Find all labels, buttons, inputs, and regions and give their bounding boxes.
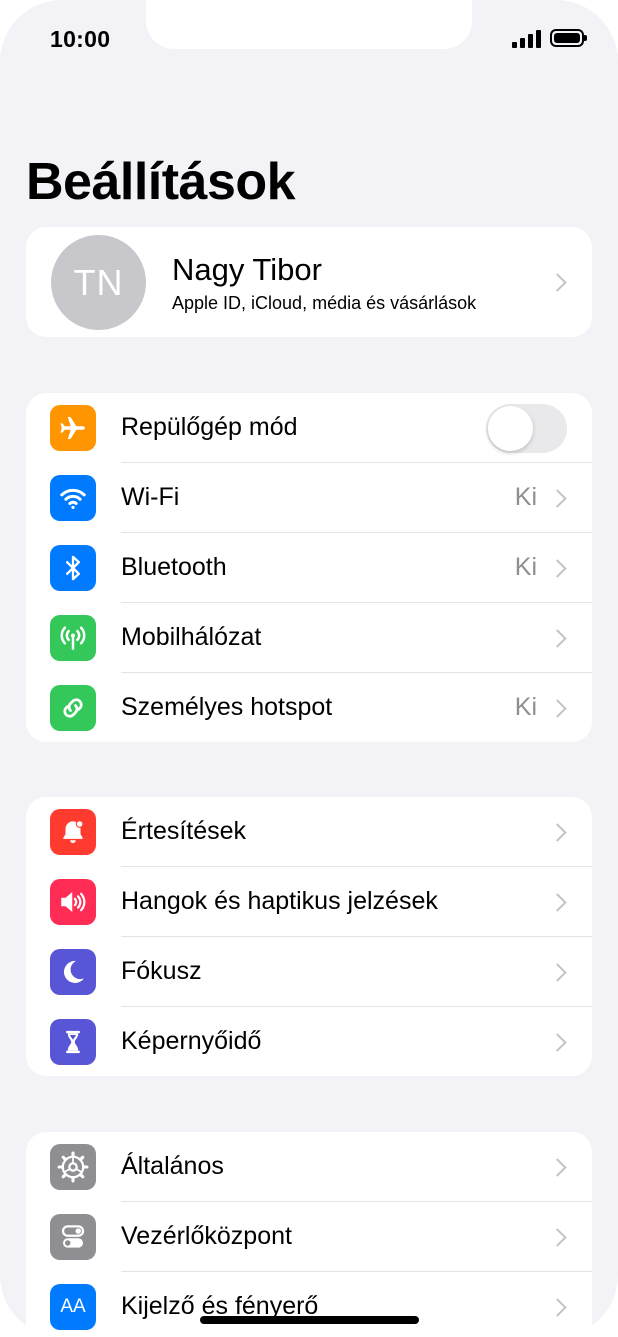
chevron-right-icon <box>548 699 567 718</box>
system-group: Általános Vezérlőközpont AA Kijelző és f… <box>26 1132 592 1337</box>
toggle-knob <box>488 406 533 451</box>
airplane-mode-label: Repülőgép mód <box>121 413 298 441</box>
chevron-right-icon <box>548 629 567 648</box>
wifi-icon <box>50 475 96 521</box>
notch <box>146 0 472 49</box>
moon-icon <box>50 949 96 995</box>
chevron-right-icon <box>548 1228 567 1247</box>
hotspot-chain-icon <box>50 685 96 731</box>
cellular-row[interactable]: Mobilhálózat <box>26 603 592 673</box>
chevron-right-icon <box>548 1158 567 1177</box>
apple-id-profile-row[interactable]: TN Nagy Tibor Apple ID, iCloud, média és… <box>26 227 592 337</box>
chevron-right-icon <box>548 1033 567 1052</box>
control-center-row[interactable]: Vezérlőközpont <box>26 1202 592 1272</box>
notifications-group: Értesítések Hangok és haptikus jelzések … <box>26 797 592 1076</box>
text-size-icon: AA <box>50 1284 96 1330</box>
cellular-signal-icon <box>512 29 542 49</box>
airplane-icon <box>50 405 96 451</box>
chevron-right-icon <box>548 823 567 842</box>
connectivity-group: Repülőgép mód Wi-Fi Ki Bluetooth Ki Mobi… <box>26 393 592 742</box>
status-time: 10:00 <box>50 26 111 52</box>
bluetooth-label: Bluetooth <box>121 553 227 581</box>
airplane-mode-toggle[interactable] <box>486 404 567 453</box>
sounds-haptics-label: Hangok és haptikus jelzések <box>121 887 438 915</box>
personal-hotspot-row[interactable]: Személyes hotspot Ki <box>26 673 592 742</box>
wifi-status: Ki <box>514 483 537 511</box>
personal-hotspot-status: Ki <box>514 693 537 721</box>
switches-icon <box>50 1214 96 1260</box>
personal-hotspot-label: Személyes hotspot <box>121 693 333 721</box>
chevron-right-icon <box>548 559 567 578</box>
avatar: TN <box>51 235 146 330</box>
control-center-label: Vezérlőközpont <box>121 1222 292 1250</box>
profile-name: Nagy Tibor <box>172 252 322 287</box>
chevron-right-icon <box>548 489 567 508</box>
chevron-right-icon <box>548 1298 567 1317</box>
focus-label: Fókusz <box>121 957 202 985</box>
gear-icon <box>50 1144 96 1190</box>
page-title: Beállítások <box>26 153 296 211</box>
wifi-row[interactable]: Wi-Fi Ki <box>26 463 592 533</box>
focus-row[interactable]: Fókusz <box>26 937 592 1007</box>
screen-time-label: Képernyőidő <box>121 1027 262 1055</box>
chevron-right-icon <box>548 273 567 292</box>
phone-screen: 10:00 Beállítások TN Nagy Tibor Apple ID… <box>0 0 618 1337</box>
notifications-label: Értesítések <box>121 817 247 845</box>
antenna-icon <box>50 615 96 661</box>
hourglass-icon <box>50 1019 96 1065</box>
chevron-right-icon <box>548 963 567 982</box>
general-label: Általános <box>121 1152 224 1180</box>
wifi-label: Wi-Fi <box>121 483 180 511</box>
airplane-mode-row: Repülőgép mód <box>26 393 592 463</box>
bluetooth-status: Ki <box>514 553 537 581</box>
battery-icon <box>550 29 587 47</box>
screen-time-row[interactable]: Képernyőidő <box>26 1007 592 1076</box>
cellular-label: Mobilhálózat <box>121 623 262 651</box>
speaker-icon <box>50 879 96 925</box>
display-brightness-row[interactable]: AA Kijelző és fényerő <box>26 1272 592 1337</box>
chevron-right-icon <box>548 893 567 912</box>
profile-subtitle: Apple ID, iCloud, média és vásárlások <box>172 293 477 313</box>
bell-icon <box>50 809 96 855</box>
home-indicator[interactable] <box>200 1316 419 1324</box>
bluetooth-icon <box>50 545 96 591</box>
bluetooth-row[interactable]: Bluetooth Ki <box>26 533 592 603</box>
notifications-row[interactable]: Értesítések <box>26 797 592 867</box>
general-row[interactable]: Általános <box>26 1132 592 1202</box>
sounds-haptics-row[interactable]: Hangok és haptikus jelzések <box>26 867 592 937</box>
